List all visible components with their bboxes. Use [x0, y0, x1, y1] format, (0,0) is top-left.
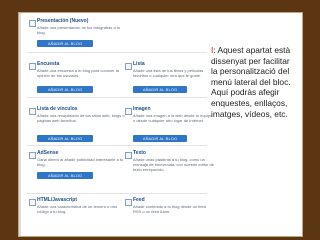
- widget-description: Añade una presentación de tus fotografía…: [37, 25, 121, 35]
- widget-description: Añade una lista de tus libros y película…: [133, 68, 204, 78]
- slideshow-icon: [29, 20, 36, 27]
- text-icon: [125, 152, 132, 159]
- widget-lista: Lista Añade una lista de tus libros y pe…: [125, 61, 215, 101]
- widget-title: Lista: [133, 61, 145, 67]
- widget-encuesta: Encuesta Añade una encuesta a tu blog pa…: [29, 61, 129, 101]
- widget-description: Añade una característica de un tercero u…: [37, 204, 118, 214]
- link-list-icon: [29, 108, 36, 115]
- adsense-icon: [29, 152, 36, 159]
- explanation-callout: I: Aquest apartat està dissenyat per fac…: [211, 45, 297, 119]
- add-to-blog-button[interactable]: AÑADIR AL BLOG: [133, 86, 187, 93]
- row-divider: [27, 145, 207, 146]
- add-to-blog-button[interactable]: AÑADIR AL BLOG: [37, 135, 93, 142]
- widget-feed: Feed Añadir contenido a tu blog desde un…: [125, 197, 217, 233]
- widget-description: Añadir contenido a tu blog desde un feed…: [133, 204, 206, 214]
- widget-texto: Texto Añade unas palabras a tu blog, com…: [125, 150, 217, 194]
- row-divider: [27, 52, 207, 53]
- code-icon: [29, 199, 36, 206]
- widget-title: Feed: [133, 197, 145, 203]
- widget-description: Añade una recopilación de tus sitios web…: [37, 113, 125, 123]
- widget-title: Texto: [133, 150, 146, 156]
- widget-html-javascript: HTML/Javascript Añade una característica…: [29, 197, 129, 233]
- image-icon: [125, 108, 132, 115]
- widget-adsense: AdSense Gana dinero al añadir publicidad…: [29, 150, 129, 190]
- widget-description: Gana dinero al añadir publicidad interes…: [37, 157, 124, 167]
- add-to-blog-button[interactable]: AÑADIR AL BLOG: [37, 86, 93, 93]
- widget-lista-vinculos: Lista de vínculos Añade una recopilación…: [29, 106, 129, 146]
- add-to-blog-button[interactable]: AÑADIR AL BLOG: [133, 135, 187, 142]
- widget-title: Encuesta: [37, 61, 60, 67]
- add-to-blog-button[interactable]: AÑADIR AL BLOG: [37, 172, 93, 179]
- callout-text: : Aquest apartat està dissenyat per faci…: [211, 45, 291, 119]
- widget-title: HTML/Javascript: [37, 197, 78, 203]
- widget-title: Imagen: [133, 106, 151, 112]
- widget-imagen: Imagen Añade una imagen a la web desde t…: [125, 106, 217, 146]
- left-edge-column: [19, 13, 21, 236]
- widget-title: Lista de vínculos: [37, 106, 78, 112]
- add-to-blog-button[interactable]: AÑADIR AL BLOG: [37, 40, 93, 47]
- poll-icon: [29, 63, 36, 70]
- widget-description: Añade una imagen a la web desde tu equip…: [133, 113, 213, 123]
- feed-icon: [125, 199, 132, 206]
- row-divider: [27, 193, 207, 194]
- row-divider: [27, 97, 207, 98]
- widget-title: Presentación (Nuevo): [37, 18, 89, 24]
- widget-description: Añade unas palabras a tu blog, como un m…: [133, 157, 214, 172]
- list-icon: [125, 63, 132, 70]
- widget-title: AdSense: [37, 150, 59, 156]
- widget-description: Añade una encuesta a tu blog para conoce…: [37, 68, 119, 78]
